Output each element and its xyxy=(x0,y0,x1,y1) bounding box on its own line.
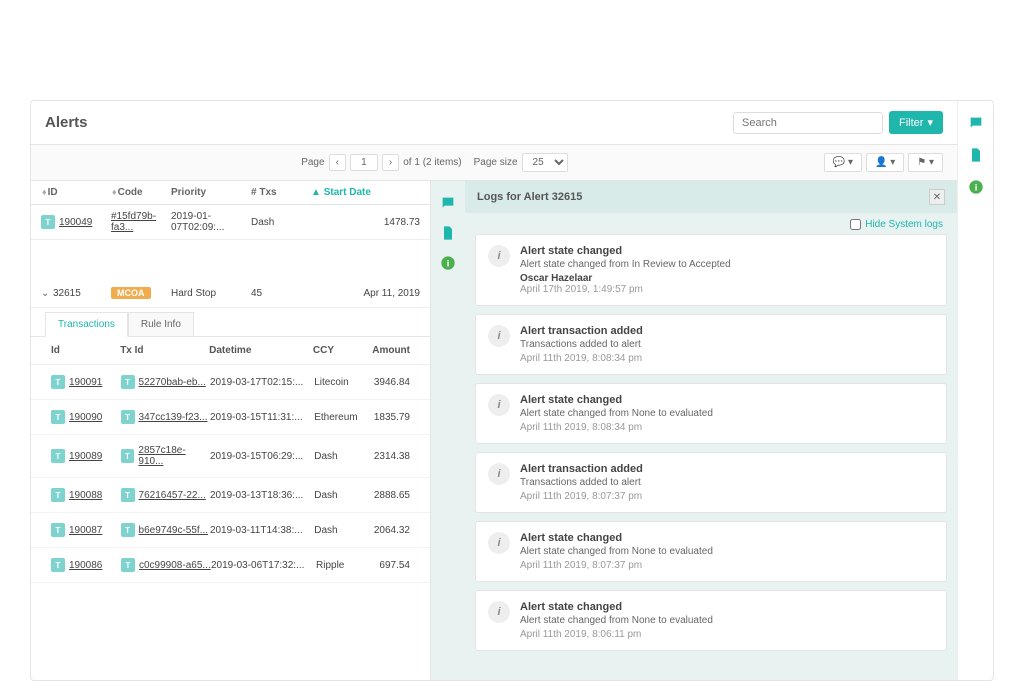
tab-rule-info[interactable]: Rule Info xyxy=(128,312,194,336)
type-icon: T xyxy=(121,375,135,389)
info-icon[interactable]: i xyxy=(440,255,456,271)
table-header-row: ♦ID ♦Code Priority # Txs ▲ Start Date xyxy=(31,181,430,205)
detail-tabs: Transactions Rule Info xyxy=(31,308,430,337)
tab-transactions[interactable]: Transactions xyxy=(45,312,128,337)
info-icon: i xyxy=(488,601,510,623)
tx-id-link[interactable]: 190090 xyxy=(69,412,102,423)
type-icon: T xyxy=(51,558,65,572)
type-icon: T xyxy=(121,488,135,502)
filter-icon: ▾ xyxy=(927,116,933,129)
type-icon: T xyxy=(121,523,135,537)
type-icon: T xyxy=(51,488,65,502)
type-icon: T xyxy=(121,410,135,424)
info-icon: i xyxy=(488,394,510,416)
txid-link[interactable]: 2857c18e-910... xyxy=(138,445,210,467)
mid-rail: i xyxy=(431,181,465,680)
comment-dropdown[interactable]: 💬 ▾ xyxy=(824,153,862,172)
txid-link[interactable]: b6e9749c-55f... xyxy=(139,525,209,536)
tx-row[interactable]: T190087 Tb6e9749c-55f... 2019-03-11T14:3… xyxy=(31,513,430,548)
document-icon[interactable] xyxy=(440,225,456,241)
toolbar: Page ‹ › of 1 (2 items) Page size 25 💬 ▾… xyxy=(31,145,957,181)
right-rail: i xyxy=(957,101,993,680)
log-entry: i Alert transaction added Transactions a… xyxy=(475,314,947,375)
hide-system-checkbox[interactable] xyxy=(850,219,861,230)
comment-icon[interactable] xyxy=(440,195,456,211)
type-icon: T xyxy=(121,558,135,572)
tx-id-link[interactable]: 190091 xyxy=(69,377,102,388)
svg-text:i: i xyxy=(974,182,977,192)
txid-link[interactable]: c0c99908-a65... xyxy=(139,560,211,571)
search-input[interactable] xyxy=(742,117,884,129)
tx-id-link[interactable]: 190089 xyxy=(69,451,102,462)
txid-link[interactable]: 52270bab-eb... xyxy=(139,377,206,388)
pager: Page ‹ › of 1 (2 items) Page size 25 xyxy=(301,153,567,172)
page-title: Alerts xyxy=(45,114,88,131)
log-entry: i Alert state changed Alert state change… xyxy=(475,234,947,306)
tx-row[interactable]: T190088 T76216457-22... 2019-03-13T18:36… xyxy=(31,478,430,513)
close-logs-button[interactable]: ✕ xyxy=(929,189,945,205)
flag-dropdown[interactable]: ⚑ ▾ xyxy=(908,153,943,172)
txid-link[interactable]: 347cc139-f23... xyxy=(139,412,208,423)
type-icon: T xyxy=(51,449,65,463)
info-icon: i xyxy=(488,463,510,485)
log-entry: i Alert state changed Alert state change… xyxy=(475,590,947,651)
search-input-wrap[interactable] xyxy=(733,112,883,134)
chevron-down-icon[interactable]: ⌄ xyxy=(41,288,53,299)
info-icon[interactable]: i xyxy=(968,179,984,195)
pager-size[interactable]: 25 xyxy=(522,153,568,172)
logs-panel: Logs for Alert 32615 ✕ Hide System logs … xyxy=(465,181,957,680)
log-entry: i Alert transaction added Transactions a… xyxy=(475,452,947,513)
user-dropdown[interactable]: 👤 ▾ xyxy=(866,153,904,172)
pager-current[interactable] xyxy=(350,154,378,171)
type-icon: T xyxy=(51,375,65,389)
document-icon[interactable] xyxy=(968,147,984,163)
code-badge: MCOA xyxy=(111,287,151,299)
tx-id-link[interactable]: 190087 xyxy=(69,525,102,536)
tx-id-link[interactable]: 190086 xyxy=(69,560,102,571)
alerts-table: ♦ID ♦Code Priority # Txs ▲ Start Date T1… xyxy=(31,181,431,680)
svg-text:i: i xyxy=(447,258,450,268)
type-icon: T xyxy=(121,449,135,463)
pager-next[interactable]: › xyxy=(382,154,399,171)
transactions-table: Id Tx Id Datetime CCY Amount T190091 T52… xyxy=(31,337,430,680)
tx-row[interactable]: T190091 T52270bab-eb... 2019-03-17T02:15… xyxy=(31,365,430,400)
comment-icon[interactable] xyxy=(968,115,984,131)
table-row[interactable]: T190049 #15fd79b-fa3... 2019-01-07T02:09… xyxy=(31,205,430,240)
log-entry: i Alert state changed Alert state change… xyxy=(475,521,947,582)
tx-row[interactable]: T190090 T347cc139-f23... 2019-03-15T11:3… xyxy=(31,400,430,435)
info-icon: i xyxy=(488,245,510,267)
tx-row[interactable]: T190089 T2857c18e-910... 2019-03-15T06:2… xyxy=(31,435,430,478)
tx-id-link[interactable]: 190088 xyxy=(69,490,102,501)
logs-title: Logs for Alert 32615 xyxy=(477,191,582,203)
info-icon: i xyxy=(488,325,510,347)
txid-link[interactable]: 76216457-22... xyxy=(139,490,206,501)
info-icon: i xyxy=(488,532,510,554)
filter-button[interactable]: Filter ▾ xyxy=(889,111,943,134)
page-header: Alerts Filter ▾ xyxy=(31,101,957,145)
tx-row[interactable]: T190086 Tc0c99908-a65... 2019-03-06T17:3… xyxy=(31,548,430,583)
log-entry: i Alert state changed Alert state change… xyxy=(475,383,947,444)
pager-prev[interactable]: ‹ xyxy=(329,154,346,171)
type-icon: T xyxy=(51,523,65,537)
type-icon: T xyxy=(41,215,55,229)
type-icon: T xyxy=(51,410,65,424)
table-row-expanded: ⌄ 32615 MCOA Hard Stop 45 Apr 11, 2019 xyxy=(31,280,430,308)
